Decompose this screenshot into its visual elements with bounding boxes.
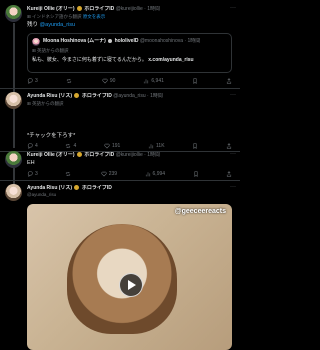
views-button[interactable]: 6,941 <box>143 78 164 84</box>
views-icon <box>145 172 150 177</box>
thread-line <box>13 23 15 148</box>
share-button[interactable] <box>226 171 232 177</box>
post-time[interactable]: 1時間 <box>147 6 160 12</box>
share-icon <box>226 171 232 177</box>
bookmark-button[interactable] <box>193 171 199 177</box>
more-options-icon[interactable]: ··· <box>230 151 236 157</box>
repost-icon <box>66 79 71 83</box>
post-header: Kureiji Ollie (オリー) ホロライブID @kureijiolli… <box>27 6 160 12</box>
translate-icon: ⊞ <box>27 14 31 19</box>
reply-button[interactable]: 4 <box>27 143 38 149</box>
author-handle[interactable]: @kureijiollie <box>116 152 143 158</box>
avatar[interactable] <box>5 5 22 22</box>
more-options-icon[interactable]: ··· <box>230 92 236 98</box>
affiliate-badge-icon <box>74 185 80 191</box>
affiliate-tag: ホロライブID <box>84 152 115 158</box>
views-button[interactable]: 11K <box>148 143 165 149</box>
views-icon <box>148 144 154 149</box>
translate-icon: ⊞ <box>32 48 36 53</box>
translation-note: ⊞ 英語からの翻訳 <box>27 101 64 106</box>
bookmark-icon <box>193 143 197 149</box>
post-header: Ayunda Risu (リス) ホロライブID @ayunda_risu · … <box>27 93 163 99</box>
like-button[interactable]: 191 <box>104 143 120 149</box>
share-icon <box>226 78 232 84</box>
share-button[interactable] <box>226 78 232 84</box>
like-button[interactable]: 239 <box>101 171 117 177</box>
reply-button[interactable]: 3 <box>27 171 38 177</box>
author-name[interactable]: Ayunda Risu (リス) <box>27 185 72 191</box>
mention-link[interactable]: @ayunda_risu <box>40 22 76 28</box>
divider <box>0 88 240 89</box>
affiliate-badge-icon <box>108 38 113 43</box>
repost-button[interactable]: 4 <box>65 143 76 149</box>
heart-icon <box>102 78 108 84</box>
affiliate-tag: ホロライブID <box>81 185 112 191</box>
reply-icon <box>27 143 33 149</box>
repost-button[interactable] <box>65 171 73 177</box>
post-text: 残り @ayunda_risu <box>27 22 76 28</box>
post-text: EH <box>27 160 35 166</box>
views-icon <box>144 79 149 84</box>
quote-avatar <box>32 38 40 46</box>
avatar[interactable] <box>5 184 22 201</box>
like-button[interactable]: 90 <box>102 78 115 84</box>
share-icon <box>226 143 232 149</box>
play-icon[interactable] <box>118 273 143 298</box>
video-media[interactable]: @geeceereacts <box>27 204 232 350</box>
views-button[interactable]: 6,994 <box>145 171 165 177</box>
reply-icon <box>27 78 33 84</box>
post-header: Kureiji Ollie (オリー) ホロライブID @kureijiolli… <box>27 152 160 158</box>
divider <box>0 180 240 181</box>
quote-link[interactable]: x.com/ayunda_risu <box>148 57 193 63</box>
post-actions: 3 90 6,941 <box>27 77 232 85</box>
bookmark-icon <box>194 171 197 177</box>
share-button[interactable] <box>226 143 232 149</box>
author-handle[interactable]: @kureijiollie <box>116 6 143 12</box>
affiliate-tag: ホロライブID <box>81 93 112 99</box>
quote-time: 1時間 <box>187 38 201 44</box>
translation-note: ⊞ インドネシア語から翻訳 原文を表示 <box>27 14 106 19</box>
quote-author-handle: @moonahoshinova <box>139 38 184 44</box>
quoted-post[interactable]: Moona Hoshinova (ムーナ) hololiveID @moonah… <box>27 33 232 73</box>
repost-icon <box>66 172 71 176</box>
affiliate-badge-icon <box>76 6 82 12</box>
affiliate-tag: ホロライブID <box>84 6 115 12</box>
affiliate-badge-icon <box>76 152 82 158</box>
heart-icon <box>101 171 107 177</box>
post-time[interactable]: 1時間 <box>150 93 163 99</box>
quote-text: 私も、彼女、今まさに何も着ずに寝てるんだから。 x.com/ayunda_ris… <box>32 57 194 63</box>
quote-affiliate-tag: hololiveID <box>114 38 139 44</box>
author-handle[interactable]: @ayunda_risu <box>27 192 56 197</box>
post-actions: 4 4 191 11K <box>27 142 232 150</box>
reply-button[interactable]: 3 <box>27 78 38 84</box>
media-watermark: @geeceereacts <box>174 208 226 215</box>
repost-button[interactable] <box>66 78 74 84</box>
author-name[interactable]: Kureiji Ollie (オリー) <box>27 152 75 158</box>
more-options-icon[interactable]: ··· <box>230 184 236 190</box>
affiliate-badge-icon <box>74 93 80 99</box>
post-time[interactable]: 1時間 <box>147 152 160 158</box>
translate-icon: ⊞ <box>27 101 31 106</box>
quote-translation-note: ⊞ 英語からの翻訳 <box>32 48 69 53</box>
show-original-link[interactable]: 原文を表示 <box>83 14 106 19</box>
quote-author-name: Moona Hoshinova (ムーナ) <box>43 38 106 44</box>
avatar[interactable] <box>5 92 22 109</box>
reply-icon <box>27 171 33 177</box>
bookmark-icon <box>193 78 197 84</box>
post-header: Ayunda Risu (リス) ホロライブID <box>27 185 226 192</box>
bookmark-button[interactable] <box>192 143 198 149</box>
author-name[interactable]: Kureiji Ollie (オリー) <box>27 6 75 12</box>
bookmark-button[interactable] <box>192 78 198 84</box>
heart-icon <box>104 143 110 149</box>
avatar[interactable] <box>5 151 22 168</box>
post-text: *チャックを下ろす* <box>27 133 76 139</box>
post-actions: 3 239 6,994 <box>27 170 232 178</box>
author-name[interactable]: Ayunda Risu (リス) <box>27 93 72 99</box>
author-handle[interactable]: @ayunda_risu <box>113 93 145 99</box>
repost-icon <box>66 144 71 148</box>
more-options-icon[interactable]: ··· <box>230 5 236 11</box>
